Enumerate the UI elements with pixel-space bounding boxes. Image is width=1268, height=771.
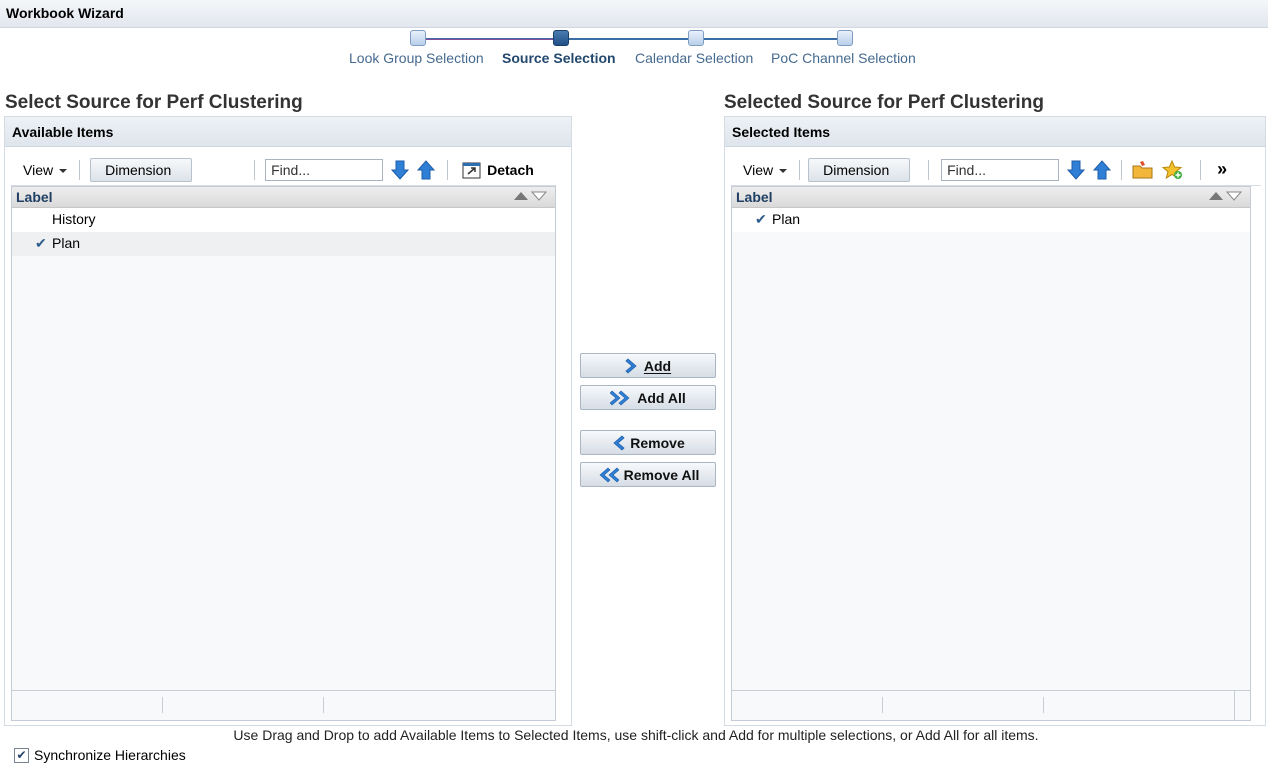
- sort-controls: [513, 191, 547, 201]
- sort-ascending-icon[interactable]: [513, 191, 529, 201]
- find-input[interactable]: [941, 158, 1060, 181]
- train-connector: [704, 38, 838, 40]
- sort-ascending-icon[interactable]: [1208, 191, 1224, 201]
- footer-divider: [1043, 697, 1044, 713]
- find-input[interactable]: [265, 158, 384, 181]
- open-folder-icon[interactable]: [1132, 159, 1154, 181]
- selected-items-header: Selected Items: [725, 117, 1265, 147]
- train-label-look-group[interactable]: Look Group Selection: [349, 50, 484, 66]
- synchronize-hierarchies-checkbox[interactable]: ✔: [14, 747, 29, 763]
- add-label: Add: [643, 357, 672, 374]
- synchronize-hierarchies-label: Synchronize Hierarchies: [34, 747, 186, 763]
- favorite-add-icon[interactable]: [1162, 159, 1184, 181]
- left-section-title: Select Source for Perf Clustering: [5, 92, 303, 113]
- view-menu[interactable]: View: [731, 154, 799, 185]
- row-label: Plan: [772, 211, 801, 227]
- remove-all-button[interactable]: Remove All: [580, 462, 716, 487]
- add-all-button[interactable]: Add All: [580, 385, 716, 410]
- available-items-header: Available Items: [5, 117, 571, 147]
- table-row[interactable]: History: [12, 208, 555, 232]
- add-button[interactable]: Add: [580, 353, 716, 378]
- footer-divider: [1234, 691, 1235, 721]
- footer-divider: [323, 697, 324, 713]
- right-section-title: Selected Source for Perf Clustering: [724, 92, 1044, 113]
- instruction-text: Use Drag and Drop to add Available Items…: [233, 727, 1039, 743]
- chevron-down-icon: [59, 169, 68, 173]
- view-menu-label: View: [743, 161, 774, 178]
- toolbar-separator: [799, 159, 801, 180]
- detach-label: Detach: [487, 161, 534, 178]
- row-label: History: [52, 211, 96, 227]
- remove-button[interactable]: Remove: [580, 430, 716, 455]
- train-stop-source[interactable]: [553, 30, 569, 46]
- left-toolbar: View Dimension Detach: [11, 154, 556, 186]
- checkmark-icon: ✔: [755, 211, 767, 227]
- table-row[interactable]: ✔ Plan: [732, 208, 1250, 232]
- remove-label: Remove: [630, 434, 685, 451]
- label-column-header[interactable]: Label: [732, 187, 1250, 208]
- selected-items-table: Label ✔ Plan: [731, 186, 1251, 721]
- chevron-down-icon: [779, 169, 788, 173]
- train-stop-calendar[interactable]: [688, 30, 704, 46]
- chevron-left-icon: [613, 434, 625, 451]
- toolbar-overflow-icon[interactable]: »: [1217, 159, 1227, 180]
- remove-all-label: Remove All: [623, 466, 700, 483]
- dimension-button[interactable]: Dimension: [808, 157, 911, 182]
- footer-divider: [162, 697, 163, 713]
- toolbar-separator: [447, 159, 449, 180]
- find-next-icon[interactable]: [389, 159, 411, 181]
- label-column-header[interactable]: Label: [12, 187, 555, 208]
- sort-descending-icon[interactable]: [531, 191, 547, 201]
- toolbar-separator: [1200, 159, 1202, 180]
- checkmark-icon: ✔: [35, 235, 47, 251]
- table-row[interactable]: ✔ Plan: [12, 232, 555, 256]
- add-all-label: Add All: [637, 389, 686, 406]
- sort-controls: [1208, 191, 1242, 201]
- toolbar-separator: [1121, 159, 1123, 180]
- train-stop-poc-channel[interactable]: [837, 30, 853, 46]
- double-chevron-right-icon: [610, 390, 630, 405]
- train-connector: [426, 39, 554, 40]
- toolbar-separator: [254, 159, 256, 180]
- table-footer: [732, 690, 1250, 721]
- available-items-table: Label History ✔ Plan: [11, 186, 556, 721]
- train-label-calendar[interactable]: Calendar Selection: [635, 50, 753, 66]
- find-next-icon[interactable]: [1065, 159, 1087, 181]
- chevron-right-icon: [625, 357, 637, 374]
- double-chevron-left-icon: [599, 467, 619, 482]
- find-previous-icon[interactable]: [415, 159, 437, 181]
- train-connector: [569, 38, 689, 40]
- table-footer: [12, 690, 555, 720]
- detach-icon: [462, 162, 481, 178]
- train-label-poc-channel[interactable]: PoC Channel Selection: [771, 50, 916, 66]
- right-toolbar: View Dimension »: [731, 154, 1261, 186]
- column-header-label: Label: [736, 189, 773, 205]
- column-header-label: Label: [16, 189, 53, 205]
- row-label: Plan: [52, 235, 81, 251]
- window-title: Workbook Wizard: [0, 0, 1268, 28]
- view-menu-label: View: [23, 161, 54, 178]
- dimension-button[interactable]: Dimension: [90, 157, 193, 182]
- sort-descending-icon[interactable]: [1226, 191, 1242, 201]
- synchronize-hierarchies: ✔ Synchronize Hierarchies: [14, 747, 186, 763]
- toolbar-separator: [79, 159, 81, 180]
- train-label-source[interactable]: Source Selection: [502, 50, 616, 66]
- footer-divider: [882, 697, 883, 713]
- find-previous-icon[interactable]: [1091, 159, 1113, 181]
- train-stop-look-group[interactable]: [410, 30, 426, 46]
- toolbar-separator: [928, 159, 930, 180]
- view-menu[interactable]: View: [11, 154, 79, 185]
- detach-button[interactable]: Detach: [462, 161, 534, 179]
- wizard-train: Look Group Selection Source Selection Ca…: [0, 30, 1268, 70]
